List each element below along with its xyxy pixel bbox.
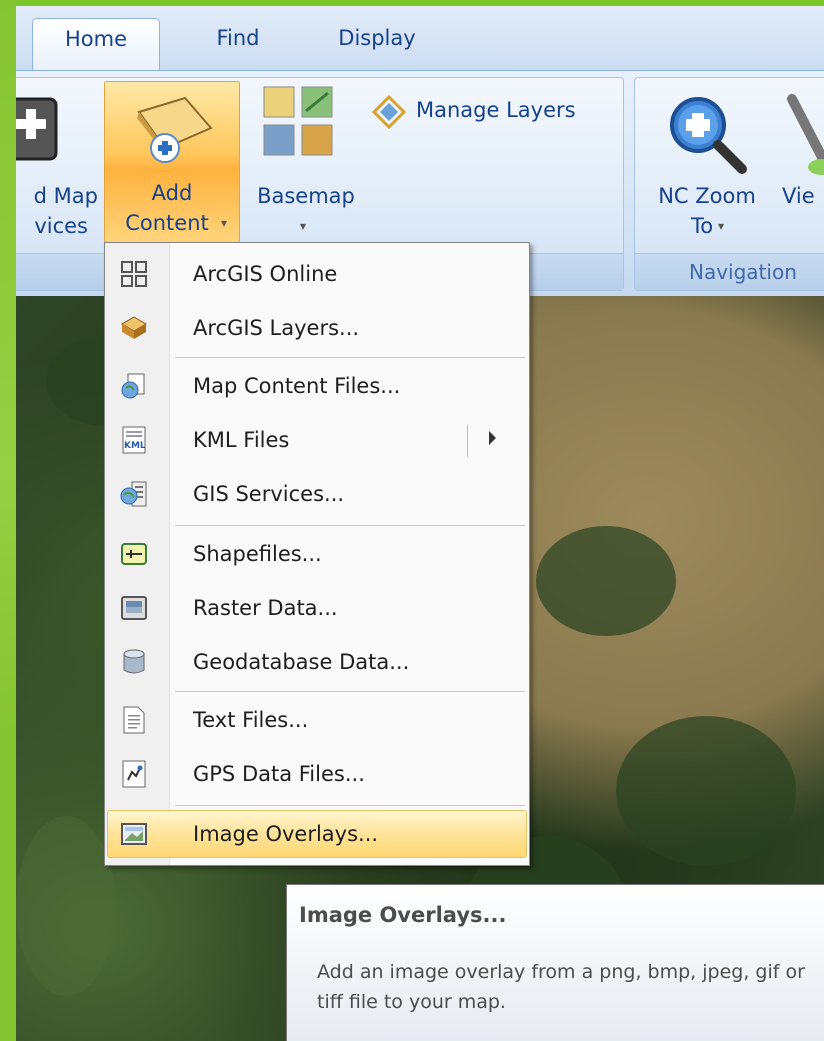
image-overlays-tooltip: Image Overlays... Add an image overlay f… bbox=[286, 884, 824, 1041]
add-map-services-label-1: d Map bbox=[33, 184, 98, 208]
map-content-files-icon bbox=[121, 373, 145, 399]
add-map-services-icon bbox=[16, 97, 58, 161]
tooltip-title: Image Overlays... bbox=[299, 903, 507, 927]
basemap-gallery-icon bbox=[263, 86, 333, 156]
tooltip-description: Add an image overlay from a png, bmp, jp… bbox=[317, 961, 805, 1013]
menu-item-label: ArcGIS Online bbox=[193, 262, 338, 286]
menu-item-label: Image Overlays... bbox=[193, 822, 379, 846]
view-label: Vie bbox=[782, 184, 815, 208]
image-overlay-icon bbox=[121, 823, 147, 845]
menu-item-label: Raster Data... bbox=[193, 596, 338, 620]
menu-item-shapefiles[interactable]: Shapefiles... bbox=[105, 527, 529, 581]
menu-separator bbox=[175, 805, 525, 806]
menu-item-label: Geodatabase Data... bbox=[193, 650, 410, 674]
tab-display[interactable]: Display bbox=[312, 18, 442, 58]
menu-item-image-overlays[interactable]: Image Overlays... bbox=[105, 807, 529, 861]
text-file-icon bbox=[123, 706, 145, 734]
tab-find[interactable]: Find bbox=[188, 18, 288, 58]
add-map-services-button[interactable]: d Map vices bbox=[16, 91, 98, 251]
view-button[interactable]: Vie bbox=[776, 91, 824, 251]
arcgis-online-grid-icon bbox=[121, 261, 147, 287]
add-content-icon bbox=[137, 96, 213, 163]
menu-item-label: KML Files bbox=[193, 428, 290, 452]
svg-text:KML: KML bbox=[124, 441, 146, 451]
menu-item-map-content-files[interactable]: Map Content Files... bbox=[105, 359, 529, 413]
menu-item-label: Text Files... bbox=[193, 708, 309, 732]
basemap-label: Basemap bbox=[257, 184, 355, 208]
shapefile-icon bbox=[121, 543, 147, 565]
menu-item-label: GPS Data Files... bbox=[193, 762, 365, 786]
menu-item-label: GIS Services... bbox=[193, 482, 345, 506]
menu-separator bbox=[175, 357, 525, 358]
arcgis-layers-icon bbox=[121, 316, 147, 339]
add-content-label-1: Add bbox=[151, 181, 193, 205]
menu-item-gis-services[interactable]: GIS Services... bbox=[105, 467, 529, 521]
manage-layers-label: Manage Layers bbox=[416, 98, 576, 122]
raster-data-icon bbox=[121, 596, 147, 620]
chevron-down-icon: ▾ bbox=[300, 219, 307, 233]
menu-item-kml-files[interactable]: KML KML Files bbox=[105, 413, 529, 467]
menu-separator bbox=[175, 525, 525, 526]
application-window: Home Find Display d Map vices Add Conten… bbox=[16, 6, 824, 1041]
add-content-button[interactable]: Add Content ▾ bbox=[104, 81, 240, 243]
zoom-magnifier-icon bbox=[670, 97, 747, 174]
chevron-down-icon: ▾ bbox=[718, 219, 725, 233]
menu-item-gps-data-files[interactable]: GPS Data Files... bbox=[105, 747, 529, 801]
kml-file-icon: KML bbox=[122, 426, 146, 454]
nc-zoom-label-2: To bbox=[690, 214, 714, 238]
ribbon-tab-bar: Home Find Display bbox=[16, 6, 824, 73]
add-map-services-label-2: vices bbox=[34, 214, 88, 238]
submenu-arrow-icon[interactable] bbox=[489, 431, 496, 445]
gis-services-icon bbox=[120, 481, 147, 507]
add-content-label-2: Content bbox=[125, 211, 209, 235]
geodatabase-icon bbox=[123, 649, 145, 674]
basemap-button[interactable]: Basemap ▾ bbox=[246, 85, 366, 245]
add-content-menu: ArcGIS Online ArcGIS Layers... Map Conte… bbox=[104, 242, 530, 866]
menu-item-label: Shapefiles... bbox=[193, 542, 322, 566]
chevron-down-icon: ▾ bbox=[221, 216, 228, 230]
menu-item-label: Map Content Files... bbox=[193, 374, 401, 398]
menu-item-arcgis-online[interactable]: ArcGIS Online bbox=[105, 247, 529, 301]
menu-item-text-files[interactable]: Text Files... bbox=[105, 693, 529, 747]
nc-zoom-label-1: NC Zoom bbox=[658, 184, 756, 208]
menu-item-label: ArcGIS Layers... bbox=[193, 316, 360, 340]
manage-layers-button[interactable]: Manage Layers bbox=[372, 93, 612, 133]
tab-home[interactable]: Home bbox=[32, 18, 160, 73]
menu-item-arcgis-layers[interactable]: ArcGIS Layers... bbox=[105, 301, 529, 355]
navigation-group-label: Navigation bbox=[635, 253, 824, 290]
manage-layers-icon bbox=[372, 95, 406, 129]
menu-item-geodatabase-data[interactable]: Geodatabase Data... bbox=[105, 635, 529, 689]
nc-zoom-to-button[interactable]: NC Zoom To ▾ bbox=[642, 91, 772, 251]
menu-item-raster-data[interactable]: Raster Data... bbox=[105, 581, 529, 635]
submenu-divider bbox=[467, 425, 468, 457]
menu-separator bbox=[175, 691, 525, 692]
view-tool-icon bbox=[787, 94, 824, 175]
gps-data-icon bbox=[122, 760, 146, 788]
